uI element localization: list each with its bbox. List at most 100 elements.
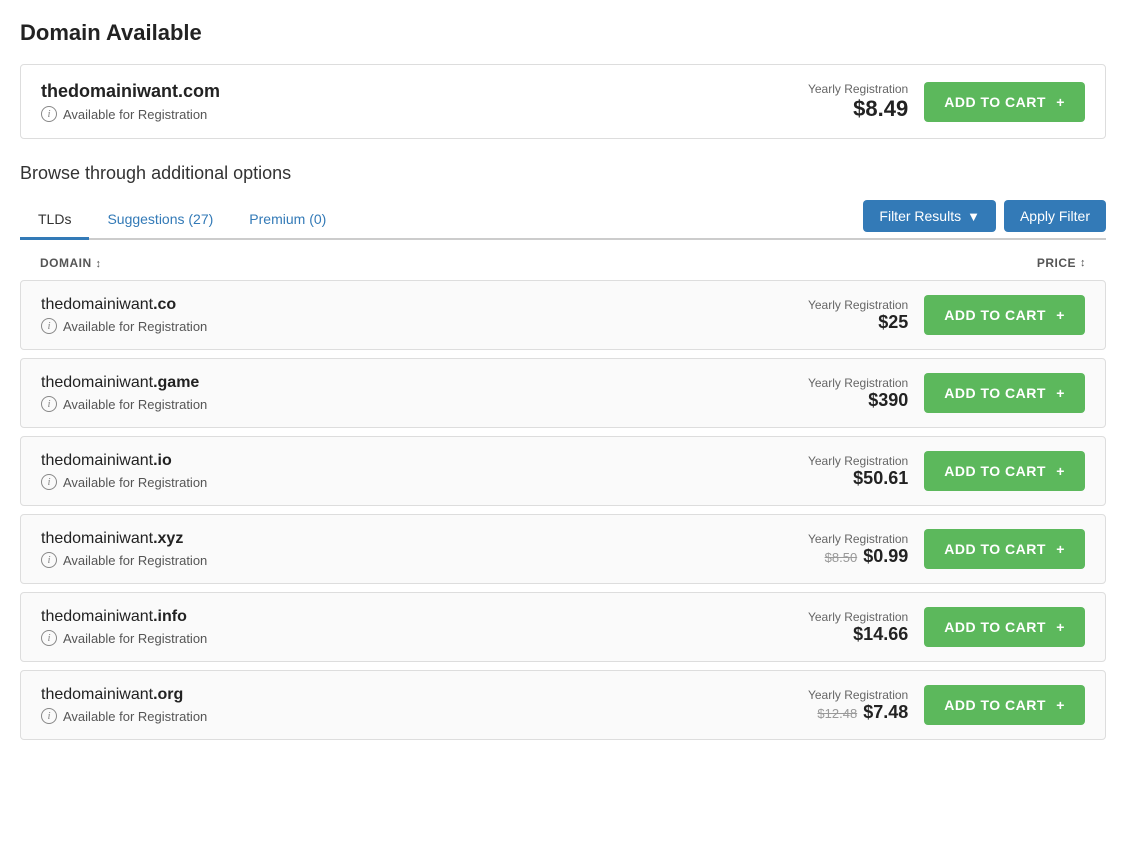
tabs-row: TLDs Suggestions (27) Premium (0) Filter… (20, 200, 1106, 240)
featured-available-label: Available for Registration (63, 107, 207, 122)
domain-available-tag: iAvailable for Registration (41, 318, 207, 334)
domain-row-right: Yearly Registration$390 ADD TO CART + (808, 373, 1085, 413)
row-price-value: $0.99 (863, 546, 908, 566)
page-title: Domain Available (20, 20, 1106, 46)
column-header-price: PRICE ↕ (1037, 256, 1086, 270)
featured-domain-row: thedomainiwant.com i Available for Regis… (20, 64, 1106, 139)
row-price-value: $14.66 (853, 624, 908, 644)
tab-suggestions[interactable]: Suggestions (27) (89, 201, 231, 240)
add-to-cart-button-1[interactable]: ADD TO CART + (924, 373, 1085, 413)
row-price-row: $25 (808, 312, 908, 333)
available-label: Available for Registration (63, 709, 207, 724)
row-price-label: Yearly Registration (808, 532, 908, 546)
tab-premium[interactable]: Premium (0) (231, 201, 344, 240)
domain-price-section: Yearly Registration$12.48$7.48 (808, 688, 908, 723)
domain-base: thedomainiwant (41, 452, 153, 469)
domain-list: thedomainiwant.coiAvailable for Registra… (20, 280, 1106, 748)
domain-row-name: thedomainiwant.co (41, 296, 207, 314)
domain-tld: .org (153, 686, 183, 703)
domain-row-name: thedomainiwant.game (41, 374, 207, 392)
filter-funnel-icon: ▼ (967, 209, 980, 224)
domain-row-info: thedomainiwant.game i Available for Regist… (41, 374, 207, 412)
row-price-row: $390 (808, 390, 908, 411)
available-label: Available for Registration (63, 319, 207, 334)
domain-row-name: thedomainiwant.xyz (41, 530, 207, 548)
available-label: Available for Registration (63, 631, 207, 646)
info-icon: i (41, 396, 57, 412)
domain-tld: .game (153, 374, 199, 391)
domain-price-section: Yearly Registration$50.61 (808, 454, 908, 489)
row-price-original: $12.48 (817, 706, 857, 721)
available-label: Available for Registration (63, 397, 207, 412)
domain-row: thedomainiwant.game i Available for Regist… (20, 358, 1106, 428)
tabs-container: TLDs Suggestions (27) Premium (0) (20, 201, 344, 238)
domain-price-section: Yearly Registration$8.50$0.99 (808, 532, 908, 567)
domain-row-name: thedomainiwant.org (41, 686, 207, 704)
tab-tlds[interactable]: TLDs (20, 201, 89, 240)
info-icon: i (41, 552, 57, 568)
row-price-label: Yearly Registration (808, 454, 908, 468)
featured-add-to-cart-button[interactable]: ADD TO CART + (924, 82, 1085, 122)
plus-icon: + (1052, 307, 1065, 323)
price-sort-icon: ↕ (1080, 257, 1086, 269)
row-price-row: $50.61 (808, 468, 908, 489)
domain-tld: .xyz (153, 530, 183, 547)
featured-domain-base: thedomainiwant (41, 81, 178, 101)
row-price-label: Yearly Registration (808, 376, 908, 390)
domain-row-info: thedomainiwant.info iAvailable for Regist… (41, 608, 207, 646)
add-to-cart-button-0[interactable]: ADD TO CART + (924, 295, 1085, 335)
featured-domain-info: thedomainiwant.com i Available for Regis… (41, 81, 220, 122)
domain-row-name: thedomainiwant.io (41, 452, 207, 470)
plus-icon: + (1052, 619, 1065, 635)
domain-price-section: Yearly Registration$14.66 (808, 610, 908, 645)
info-icon: i (41, 106, 57, 122)
domain-row-right: Yearly Registration$8.50$0.99 ADD TO CART… (808, 529, 1085, 569)
row-price-row: $14.66 (808, 624, 908, 645)
add-to-cart-button-2[interactable]: ADD TO CART + (924, 451, 1085, 491)
domain-available-tag: iAvailable for Registration (41, 630, 207, 646)
filter-buttons-group: Filter Results ▼ Apply Filter (863, 200, 1106, 238)
available-label: Available for Registration (63, 475, 207, 490)
add-to-cart-button-5[interactable]: ADD TO CART + (924, 685, 1085, 725)
domain-available-tag: i Available for Registration (41, 396, 207, 412)
domain-row: thedomainiwant.xyz i Available for Registr… (20, 514, 1106, 584)
plus-icon: + (1052, 94, 1065, 110)
domain-row-info: thedomainiwant.org i Available for Registr… (41, 686, 207, 724)
domain-base: thedomainiwant (41, 296, 153, 313)
add-to-cart-button-3[interactable]: ADD TO CART + (924, 529, 1085, 569)
domain-tld: .co (153, 296, 176, 313)
table-header: DOMAIN ↕ PRICE ↕ (20, 246, 1106, 280)
row-price-value: $390 (868, 390, 908, 410)
row-price-value: $25 (878, 312, 908, 332)
row-price-row: $8.50$0.99 (808, 546, 908, 567)
plus-icon: + (1052, 541, 1065, 557)
info-icon: i (41, 708, 57, 724)
domain-row: thedomainiwant.co iAvailable for Registra… (20, 280, 1106, 350)
featured-price-section: Yearly Registration $8.49 (808, 82, 908, 122)
domain-row-right: Yearly Registration$14.66 ADD TO CART + (808, 607, 1085, 647)
apply-filter-button[interactable]: Apply Filter (1004, 200, 1106, 232)
available-label: Available for Registration (63, 553, 207, 568)
featured-price-value: $8.49 (808, 96, 908, 122)
domain-price-section: Yearly Registration$25 (808, 298, 908, 333)
row-price-value: $7.48 (863, 702, 908, 722)
row-price-label: Yearly Registration (808, 298, 908, 312)
domain-base: thedomainiwant (41, 686, 153, 703)
filter-results-label: Filter Results (879, 208, 961, 224)
domain-row-info: thedomainiwant.co iAvailable for Registra… (41, 296, 207, 334)
domain-row: thedomainiwant.info iAvailable for Regist… (20, 592, 1106, 662)
domain-row-name: thedomainiwant.info (41, 608, 207, 626)
browse-title: Browse through additional options (20, 163, 1106, 184)
row-price-label: Yearly Registration (808, 610, 908, 624)
domain-base: thedomainiwant (41, 374, 153, 391)
filter-results-button[interactable]: Filter Results ▼ (863, 200, 996, 232)
domain-row-right: Yearly Registration$50.61 ADD TO CART + (808, 451, 1085, 491)
domain-available-tag: i Available for Registration (41, 552, 207, 568)
domain-row-right: Yearly Registration$25 ADD TO CART + (808, 295, 1085, 335)
domain-available-tag: i Available for Registration (41, 708, 207, 724)
domain-row: thedomainiwant.org i Available for Registr… (20, 670, 1106, 740)
add-to-cart-button-4[interactable]: ADD TO CART + (924, 607, 1085, 647)
featured-domain-name: thedomainiwant.com (41, 81, 220, 102)
domain-row-info: thedomainiwant.xyz i Available for Registr… (41, 530, 207, 568)
plus-icon: + (1052, 463, 1065, 479)
